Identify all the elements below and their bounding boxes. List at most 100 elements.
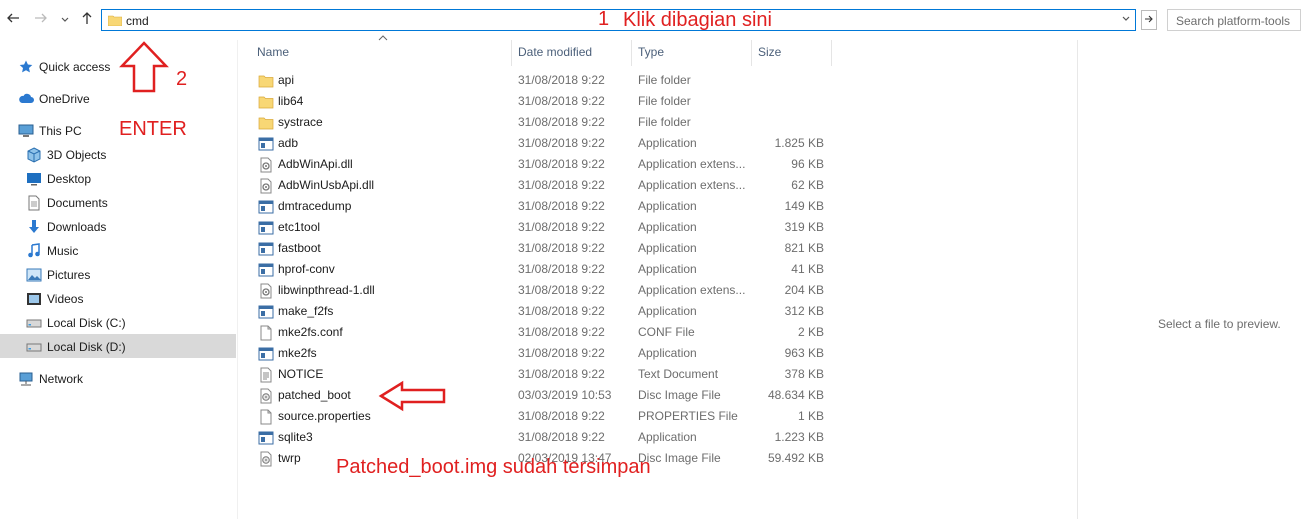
file-row[interactable]: source.properties 31/08/2018 9:22 PROPERTI… [238,406,1078,427]
file-date: 31/08/2018 9:22 [518,178,605,192]
file-row[interactable]: mke2fs.conf 31/08/2018 9:22 CONF File 2 KB [238,322,1078,343]
file-size: 1 KB [797,409,824,423]
file-name: AdbWinApi.dll [278,157,353,171]
file-date: 31/08/2018 9:22 [518,262,605,276]
dll-icon [258,178,274,194]
sidebar-item-this-pc[interactable]: This PC [18,119,82,141]
file-name: twrp [278,451,301,465]
column-divider[interactable] [751,40,752,66]
file-date: 31/08/2018 9:22 [518,304,605,318]
application-icon [258,346,274,362]
file-type: Application [638,199,697,213]
file-row[interactable]: etc1tool 31/08/2018 9:22 Application 319 KB [238,217,1078,238]
sidebar-item-downloads[interactable]: Downloads [26,215,106,237]
column-header-name[interactable]: Name [257,40,289,66]
file-type: File folder [638,94,691,108]
file-size: 821 KB [784,241,824,255]
file-row[interactable]: dmtracedump 31/08/2018 9:22 Application 149… [238,196,1078,217]
sidebar-item-onedrive[interactable]: OneDrive [18,87,90,109]
sidebar-item-label: Quick access [39,59,111,74]
chevron-down-icon[interactable] [58,10,72,30]
go-arrow-icon[interactable] [1141,10,1157,30]
file-type: Application [638,136,697,150]
sidebar-item-quick-access[interactable]: Quick access [18,55,110,77]
sidebar-item-videos[interactable]: Videos [26,287,83,309]
file-size: 59.492 KB [767,451,824,465]
forward-arrow-icon[interactable] [32,10,50,30]
application-icon [258,136,274,152]
search-input[interactable]: Search platform-tools [1167,9,1301,31]
file-row[interactable]: libwinpthread-1.dll 31/08/2018 9:22 Applic… [238,280,1078,301]
sidebar-item-music[interactable]: Music [26,239,78,261]
file-type: Application extens... [638,283,746,297]
file-name: patched_boot [278,388,351,402]
file-date: 31/08/2018 9:22 [518,199,605,213]
column-header-type[interactable]: Type [638,40,664,66]
file-row[interactable]: sqlite3 31/08/2018 9:22 Application 1.223 K… [238,427,1078,448]
file-type: Disc Image File [638,388,721,402]
file-size: 62 KB [791,178,824,192]
file-type: Application extens... [638,178,746,192]
file-row[interactable]: mke2fs 31/08/2018 9:22 Application 963 KB [238,343,1078,364]
annotation-step1-number: 1 [598,8,610,30]
folder-icon [258,115,274,131]
sidebar-item-label: This PC [39,123,82,138]
sidebar-item-3d-objects[interactable]: 3D Objects [26,143,106,165]
file-type: File folder [638,73,691,87]
sidebar-item-desktop[interactable]: Desktop [26,167,91,189]
file-size: 312 KB [784,304,824,318]
file-name: dmtracedump [278,199,352,213]
sidebar-item-label: Pictures [47,267,91,282]
file-name: libwinpthread-1.dll [278,283,375,297]
cube-icon [26,147,42,163]
file-name: adb [278,136,299,150]
address-bar[interactable]: cmd [101,9,1136,31]
file-name: AdbWinUsbApi.dll [278,178,375,192]
column-divider[interactable] [631,40,632,66]
column-divider[interactable] [511,40,512,66]
sidebar-item-label: Desktop [47,171,92,186]
column-header-date[interactable]: Date modified [518,40,592,66]
desktop-icon [26,171,42,187]
file-row[interactable]: hprof-conv 31/08/2018 9:22 Application 41 K… [238,259,1078,280]
file-row[interactable]: AdbWinApi.dll 31/08/2018 9:22 Application … [238,154,1078,175]
file-row[interactable]: adb 31/08/2018 9:22 Application 1.825 KB [238,133,1078,154]
file-row[interactable]: lib64 31/08/2018 9:22 File folder [238,91,1078,112]
column-divider[interactable] [831,40,832,66]
file-row[interactable]: AdbWinUsbApi.dll 31/08/2018 9:22 Applicati… [238,175,1078,196]
file-row[interactable]: api 31/08/2018 9:22 File folder [238,70,1078,91]
sidebar-item-local-disk-d[interactable]: Local Disk (D:) [26,335,126,357]
file-date: 31/08/2018 9:22 [518,325,605,339]
chevron-down-icon[interactable] [1121,12,1131,29]
file-row[interactable]: make_f2fs 31/08/2018 9:22 Application 312 K… [238,301,1078,322]
file-row[interactable]: systrace 31/08/2018 9:22 File folder [238,112,1078,133]
file-date: 31/08/2018 9:22 [518,94,605,108]
back-arrow-icon[interactable] [4,10,22,30]
sidebar-item-documents[interactable]: Documents [26,191,108,213]
file-name: make_f2fs [278,304,334,318]
file-size: 319 KB [784,220,824,234]
up-arrow-icon[interactable] [78,10,96,30]
file-name: api [278,73,295,87]
annotation-enter-text: ENTER [119,118,187,140]
file-name: systrace [278,115,323,129]
sidebar-item-network[interactable]: Network [18,367,83,389]
column-header-size[interactable]: Size [758,40,781,66]
address-input-value[interactable]: cmd [126,14,149,28]
drive-icon [26,315,42,331]
file-size: 204 KB [784,283,824,297]
file-icon [258,325,274,341]
file-row[interactable]: fastboot 31/08/2018 9:22 Application 821 KB [238,238,1078,259]
application-icon [258,262,274,278]
annotation-saved-text: Patched_boot.img sudah tersimpan [336,456,651,478]
sidebar-item-local-disk-c[interactable]: Local Disk (C:) [26,311,126,333]
file-date: 31/08/2018 9:22 [518,136,605,150]
file-row[interactable]: NOTICE 31/08/2018 9:22 Text Document 378 KB [238,364,1078,385]
sidebar-item-label: 3D Objects [47,147,107,162]
file-size: 1.223 KB [774,430,824,444]
file-row[interactable]: patched_boot 03/03/2019 10:53 Disc Image F… [238,385,1078,406]
application-icon [258,241,274,257]
file-type: Application [638,220,697,234]
sidebar-item-pictures[interactable]: Pictures [26,263,90,285]
file-type: PROPERTIES File [638,409,738,423]
